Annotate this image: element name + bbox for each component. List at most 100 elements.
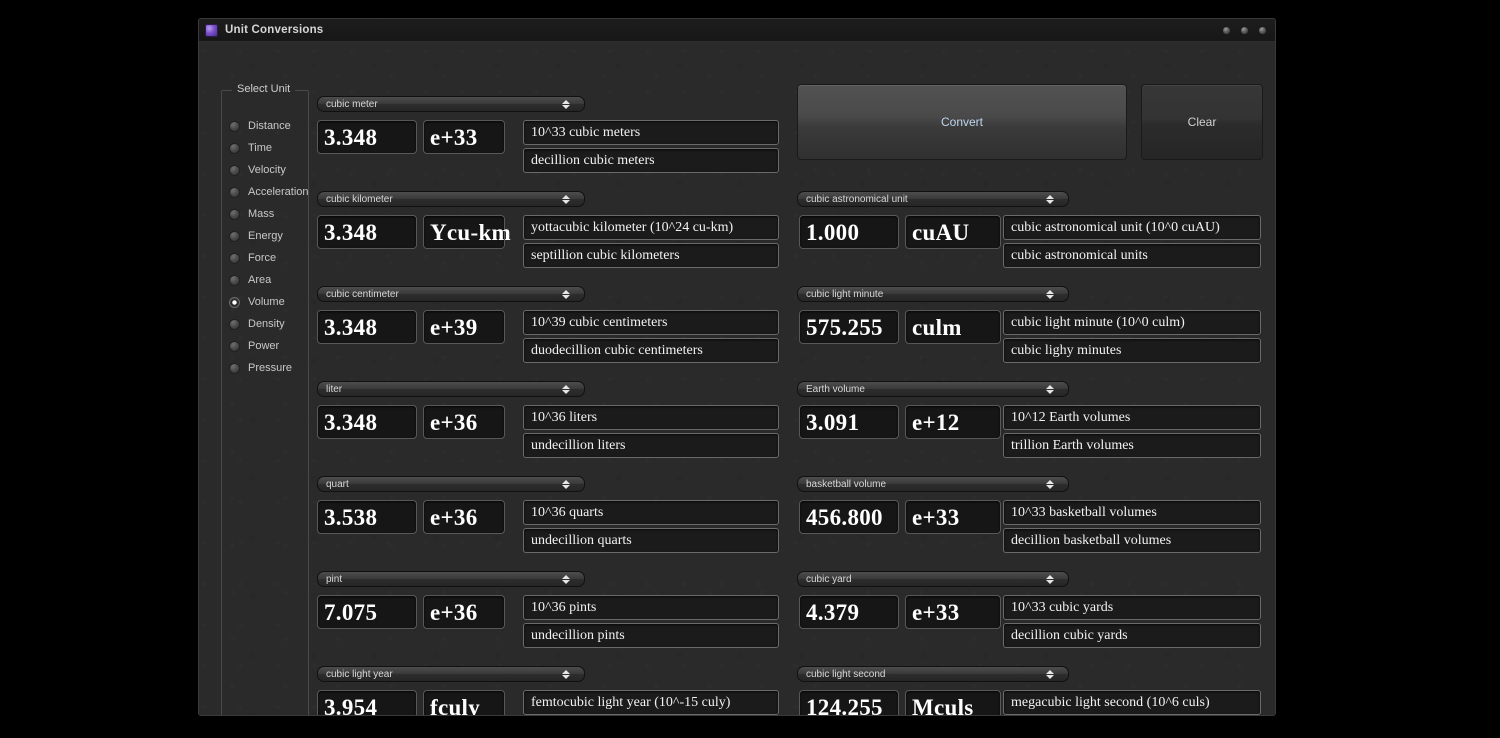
close-button[interactable] xyxy=(1258,25,1267,35)
description-secondary-field[interactable]: cubic astronomical units xyxy=(1003,243,1261,268)
chevron-updown-icon[interactable] xyxy=(1045,289,1054,300)
radio-icon[interactable] xyxy=(229,362,240,374)
description-primary-field[interactable]: cubic astronomical unit (10^0 cuAU) xyxy=(1003,215,1261,240)
abbreviation-field[interactable]: e+33 xyxy=(905,595,1001,629)
sidebar-item-pressure[interactable]: Pressure xyxy=(222,357,308,379)
unit-select[interactable]: cubic astronomical unit xyxy=(797,191,1069,207)
abbreviation-field[interactable]: culm xyxy=(905,310,1001,344)
value-input[interactable]: 3.348 xyxy=(317,405,417,439)
description-secondary-field[interactable]: undecillion pints xyxy=(523,623,779,648)
value-input[interactable]: 3.348 xyxy=(317,215,417,249)
description-secondary-field[interactable]: decillion cubic meters xyxy=(523,148,779,173)
sidebar-item-mass[interactable]: Mass xyxy=(222,203,308,225)
description-secondary-field[interactable]: septillion cubic kilometers xyxy=(523,243,779,268)
unit-select[interactable]: Earth volume xyxy=(797,381,1069,397)
description-primary-field[interactable]: cubic light minute (10^0 culm) xyxy=(1003,310,1261,335)
description-primary-field[interactable]: 10^36 liters xyxy=(523,405,779,430)
sidebar-item-distance[interactable]: Distance xyxy=(222,115,308,137)
radio-icon[interactable] xyxy=(229,340,240,352)
abbreviation-field[interactable]: e+39 xyxy=(423,310,505,344)
radio-icon[interactable] xyxy=(229,230,240,242)
description-primary-field[interactable]: 10^33 cubic yards xyxy=(1003,595,1261,620)
description-secondary-field[interactable]: undecillion liters xyxy=(523,433,779,458)
abbreviation-field[interactable]: e+36 xyxy=(423,500,505,534)
abbreviation-field[interactable]: e+36 xyxy=(423,405,505,439)
description-primary-field[interactable]: 10^36 quarts xyxy=(523,500,779,525)
radio-icon[interactable] xyxy=(229,252,240,264)
description-primary-field[interactable]: 10^33 cubic meters xyxy=(523,120,779,145)
radio-icon[interactable] xyxy=(229,120,240,132)
description-secondary-field[interactable]: duodecillion cubic centimeters xyxy=(523,338,779,363)
unit-select[interactable]: liter xyxy=(317,381,585,397)
abbreviation-field[interactable]: e+12 xyxy=(905,405,1001,439)
sidebar-item-area[interactable]: Area xyxy=(222,269,308,291)
chevron-updown-icon[interactable] xyxy=(561,479,570,490)
abbreviation-field[interactable]: fculy xyxy=(423,690,505,715)
chevron-updown-icon[interactable] xyxy=(561,574,570,585)
unit-select[interactable]: cubic yard xyxy=(797,571,1069,587)
description-secondary-field[interactable]: trillion Earth volumes xyxy=(1003,433,1261,458)
chevron-updown-icon[interactable] xyxy=(561,99,570,110)
value-input[interactable]: 1.000 xyxy=(799,215,899,249)
value-input[interactable]: 7.075 xyxy=(317,595,417,629)
sidebar-item-volume[interactable]: Volume xyxy=(222,291,308,313)
chevron-updown-icon[interactable] xyxy=(1045,479,1054,490)
value-input[interactable]: 3.348 xyxy=(317,120,417,154)
value-input[interactable]: 124.255 xyxy=(799,690,899,715)
clear-button[interactable]: Clear xyxy=(1141,84,1263,160)
value-input[interactable]: 4.379 xyxy=(799,595,899,629)
radio-icon[interactable] xyxy=(229,142,240,154)
unit-select[interactable]: pint xyxy=(317,571,585,587)
abbreviation-field[interactable]: e+33 xyxy=(905,500,1001,534)
description-secondary-field[interactable]: decillion basketball volumes xyxy=(1003,528,1261,553)
sidebar-item-power[interactable]: Power xyxy=(222,335,308,357)
sidebar-item-acceleration[interactable]: Acceleration xyxy=(222,181,309,203)
radio-icon[interactable] xyxy=(229,318,240,330)
sidebar-item-velocity[interactable]: Velocity xyxy=(222,159,308,181)
value-input[interactable]: 456.800 xyxy=(799,500,899,534)
abbreviation-field[interactable]: e+36 xyxy=(423,595,505,629)
sidebar-item-density[interactable]: Density xyxy=(222,313,308,335)
chevron-updown-icon[interactable] xyxy=(561,289,570,300)
chevron-updown-icon[interactable] xyxy=(1045,384,1054,395)
description-primary-field[interactable]: megacubic light second (10^6 culs) xyxy=(1003,690,1261,715)
description-primary-field[interactable]: yottacubic kilometer (10^24 cu-km) xyxy=(523,215,779,240)
abbreviation-field[interactable]: Mculs xyxy=(905,690,1001,715)
radio-icon[interactable] xyxy=(229,186,240,198)
minimize-button[interactable] xyxy=(1222,25,1231,35)
abbreviation-field[interactable]: e+33 xyxy=(423,120,505,154)
maximize-button[interactable] xyxy=(1240,25,1249,35)
description-secondary-field[interactable]: decillion cubic yards xyxy=(1003,623,1261,648)
sidebar-item-force[interactable]: Force xyxy=(222,247,308,269)
description-primary-field[interactable]: femtocubic light year (10^-15 culy) xyxy=(523,690,779,715)
description-secondary-field[interactable]: undecillion quarts xyxy=(523,528,779,553)
radio-icon[interactable] xyxy=(229,208,240,220)
chevron-updown-icon[interactable] xyxy=(1045,669,1054,680)
convert-button[interactable]: Convert xyxy=(797,84,1127,160)
chevron-updown-icon[interactable] xyxy=(1045,574,1054,585)
unit-select[interactable]: cubic centimeter xyxy=(317,286,585,302)
radio-icon[interactable] xyxy=(229,296,240,308)
unit-select[interactable]: quart xyxy=(317,476,585,492)
unit-select[interactable]: cubic light minute xyxy=(797,286,1069,302)
unit-select[interactable]: cubic light year xyxy=(317,666,585,682)
description-secondary-field[interactable]: cubic lighy minutes xyxy=(1003,338,1261,363)
value-input[interactable]: 575.255 xyxy=(799,310,899,344)
unit-select[interactable]: cubic meter xyxy=(317,96,585,112)
description-primary-field[interactable]: 10^36 pints xyxy=(523,595,779,620)
radio-icon[interactable] xyxy=(229,274,240,286)
value-input[interactable]: 3.954 xyxy=(317,690,417,715)
chevron-updown-icon[interactable] xyxy=(561,194,570,205)
sidebar-item-energy[interactable]: Energy xyxy=(222,225,308,247)
radio-icon[interactable] xyxy=(229,164,240,176)
sidebar-item-time[interactable]: Time xyxy=(222,137,308,159)
description-primary-field[interactable]: 10^12 Earth volumes xyxy=(1003,405,1261,430)
chevron-updown-icon[interactable] xyxy=(561,384,570,395)
description-primary-field[interactable]: 10^39 cubic centimeters xyxy=(523,310,779,335)
chevron-updown-icon[interactable] xyxy=(1045,194,1054,205)
value-input[interactable]: 3.091 xyxy=(799,405,899,439)
abbreviation-field[interactable]: Ycu-km xyxy=(423,215,511,249)
unit-select[interactable]: cubic kilometer xyxy=(317,191,585,207)
chevron-updown-icon[interactable] xyxy=(561,669,570,680)
unit-select[interactable]: basketball volume xyxy=(797,476,1069,492)
